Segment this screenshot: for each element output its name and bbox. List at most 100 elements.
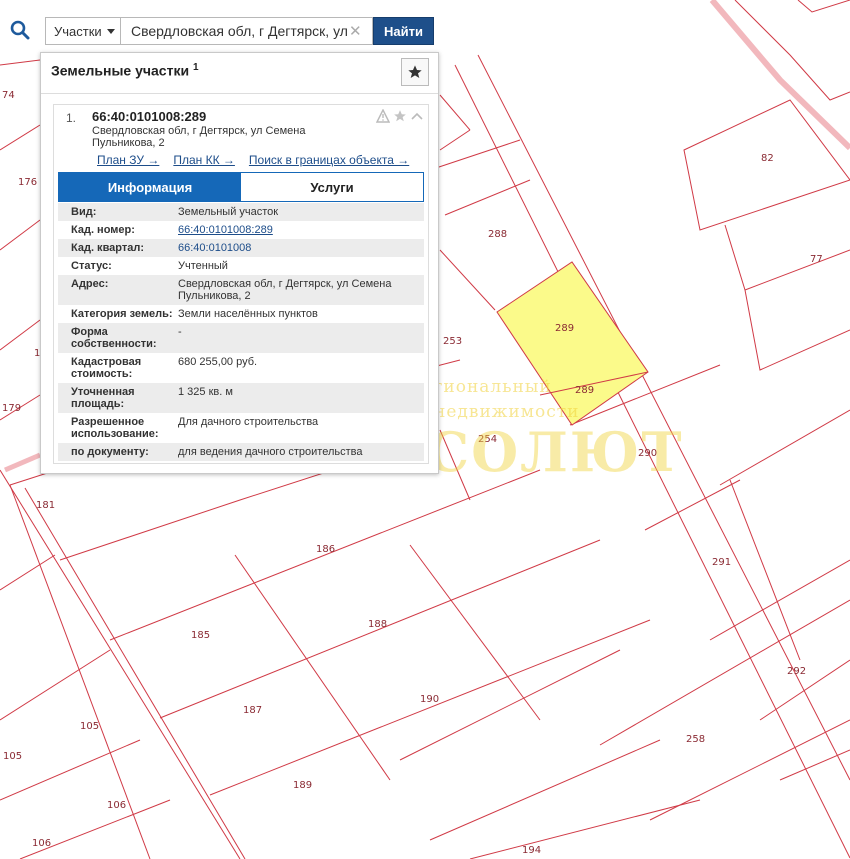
info-value: Свердловская обл, г Дегтярск, ул Семена …	[178, 275, 424, 305]
info-key: Кад. номер:	[71, 224, 135, 236]
info-table: Вид: Земельный участок Кад. номер: 66:40…	[58, 203, 424, 461]
info-key: Форма собственности:	[58, 323, 178, 353]
favorites-button[interactable]	[401, 58, 429, 86]
info-key: по документу:	[71, 446, 149, 458]
cadastral-quarter-link[interactable]: 66:40:0101008	[178, 239, 424, 257]
plot-label: 188	[368, 619, 387, 630]
plot-label: 253	[443, 336, 462, 347]
info-row: Кад. номер: 66:40:0101008:289	[58, 221, 424, 239]
plot-label: 105	[3, 751, 22, 762]
plot-label: 190	[420, 694, 439, 705]
plot-label: 292	[787, 666, 806, 677]
info-value: Земли населённых пунктов	[178, 308, 318, 320]
plot-label: 106	[32, 838, 51, 849]
info-key-line: собственности:	[71, 338, 157, 350]
chevron-down-icon	[106, 28, 115, 34]
plot-label: 74	[2, 90, 15, 101]
plot-label: 289	[555, 323, 574, 334]
info-key: Кад. квартал:	[71, 242, 145, 254]
info-value-line: Пульникова, 2	[178, 290, 251, 302]
info-key: Вид:	[71, 206, 97, 218]
plot-label: 106	[107, 800, 126, 811]
result-address: Свердловская обл, г Дегтярск, ул Семена …	[92, 125, 322, 149]
clear-icon[interactable]: ✕	[349, 22, 362, 40]
info-key-line: стоимость:	[71, 368, 133, 380]
plan-kk-link[interactable]: План КК →	[173, 153, 235, 167]
info-key: Уточненная площадь:	[58, 383, 178, 413]
info-row: Форма собственности: -	[58, 323, 424, 353]
search-type-dropdown[interactable]: Участки	[45, 17, 121, 45]
info-value: Земельный участок	[178, 206, 279, 218]
search-bar: Участки ✕ Найти	[0, 10, 440, 52]
result-cadastral-number[interactable]: 66:40:0101008:289	[92, 109, 206, 124]
info-value: -	[178, 326, 182, 338]
main-road-left-edge	[454, 64, 850, 859]
info-key-line: Уточненная	[71, 386, 135, 398]
plot-label: 176	[18, 177, 37, 188]
panel-header: Земельные участки 1	[41, 53, 438, 94]
search-in-bounds-link[interactable]: Поиск в границах объекта →	[249, 153, 409, 167]
plot-label: 254	[478, 434, 497, 445]
search-input[interactable]	[121, 17, 373, 45]
selected-parcel-289[interactable]	[496, 261, 649, 426]
info-row: Кад. квартал: 66:40:0101008	[58, 239, 424, 257]
info-key-line: Кадастровая	[71, 356, 142, 368]
plot-label: 189	[293, 780, 312, 791]
panel-title-text: Земельные участки	[51, 62, 190, 79]
result-address-line1: Свердловская обл, г Дегтярск, ул Семена	[92, 125, 306, 137]
result-address-line2: Пульникова, 2	[92, 137, 165, 149]
plot-label: 289	[575, 385, 594, 396]
info-key-line: Форма	[71, 326, 108, 338]
plot-label: 258	[686, 734, 705, 745]
plot-label: 77	[810, 254, 823, 265]
info-value: для ведения дачного строительства	[178, 446, 363, 458]
tab-services[interactable]: Услуги	[241, 173, 423, 201]
star-icon	[408, 65, 422, 78]
road-top-right	[709, 0, 850, 151]
result-index: 1.	[66, 111, 77, 125]
plot-label: 105	[80, 721, 99, 732]
result-tabs: Информация Услуги	[58, 172, 424, 202]
tab-information[interactable]: Информация	[59, 173, 241, 201]
star-icon[interactable]	[393, 109, 407, 123]
results-count: 1	[192, 62, 199, 73]
highlight-strip	[4, 452, 41, 473]
find-button[interactable]: Найти	[373, 17, 434, 45]
info-row: по документу: для ведения дачного строит…	[58, 443, 424, 461]
plot-label: 187	[243, 705, 262, 716]
info-key-line: площадь:	[71, 398, 125, 410]
info-value: 1 325 кв. м	[178, 386, 233, 398]
search-icon	[10, 20, 30, 40]
plot-label: 179	[2, 403, 21, 414]
info-key: Кадастровая стоимость:	[58, 353, 178, 383]
info-value: 680 255,00 руб.	[178, 356, 258, 368]
results-panel: Земельные участки 1 1. 66:40:0101008:289…	[40, 52, 439, 474]
plot-label: 181	[36, 500, 55, 511]
search-toggle-button[interactable]	[0, 10, 40, 50]
info-row: Разрешенное использование: Для дачного с…	[58, 413, 424, 443]
info-value-line: Свердловская обл, г Дегтярск, ул Семена	[178, 278, 392, 290]
plot-label: 288	[488, 229, 507, 240]
info-key: Категория земель:	[71, 308, 173, 320]
info-row: Адрес: Свердловская обл, г Дегтярск, ул …	[58, 275, 424, 305]
info-key: Разрешенное использование:	[58, 413, 178, 443]
cadastral-number-link[interactable]: 66:40:0101008:289	[178, 221, 424, 239]
info-row: Статус: Учтенный	[58, 257, 424, 275]
plot-label: 290	[638, 448, 657, 459]
result-card: 1. 66:40:0101008:289 Свердловская обл, г…	[53, 104, 429, 464]
plot-label: 291	[712, 557, 731, 568]
plot-label: 185	[191, 630, 210, 641]
plot-label: 194	[522, 845, 541, 856]
chevron-up-icon[interactable]	[410, 109, 424, 123]
warning-icon[interactable]	[376, 109, 390, 123]
info-value: Учтенный	[178, 260, 228, 272]
plot-label: 186	[316, 544, 335, 555]
plan-zu-link[interactable]: План ЗУ →	[97, 153, 159, 167]
info-key: Адрес:	[71, 278, 109, 290]
info-row: Вид: Земельный участок	[58, 203, 424, 221]
info-row: Уточненная площадь: 1 325 кв. м	[58, 383, 424, 413]
result-links: План ЗУ → План КК → Поиск в границах объ…	[97, 153, 409, 167]
card-tools	[376, 109, 424, 123]
panel-title: Земельные участки 1	[51, 62, 199, 79]
info-row: Кадастровая стоимость: 680 255,00 руб.	[58, 353, 424, 383]
